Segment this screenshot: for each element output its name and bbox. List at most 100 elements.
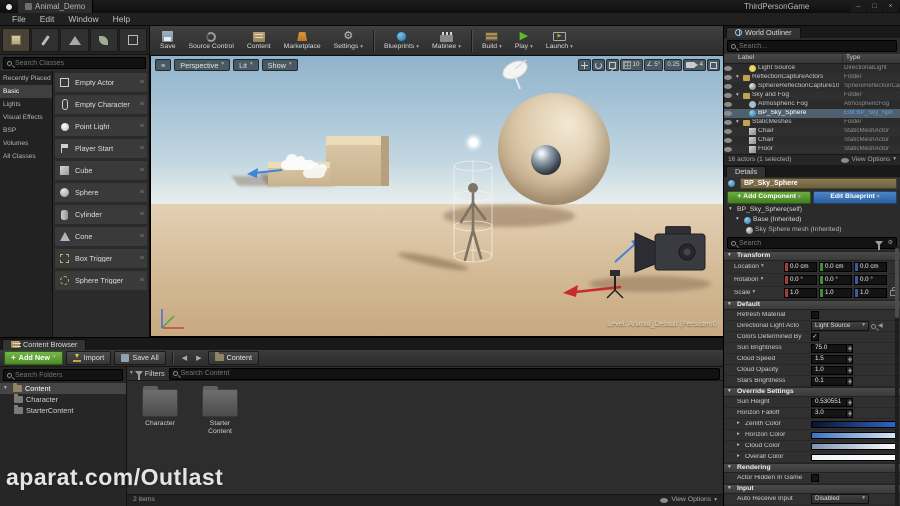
spinner[interactable] — [846, 409, 852, 417]
category-lights[interactable]: Lights — [0, 98, 52, 111]
section-transform[interactable]: ▾ Transform — [724, 251, 900, 261]
section-default[interactable]: ▾ Default — [724, 300, 900, 310]
tree-item-character[interactable]: Character — [0, 394, 126, 405]
rotation-y-field[interactable]: 0.0 ° — [819, 275, 852, 285]
landscape-mode-button[interactable] — [60, 28, 89, 52]
category-visual-effects[interactable]: Visual Effects — [0, 111, 52, 124]
save-button[interactable]: Save — [154, 27, 182, 55]
angle-snap-button[interactable]: ∠ 5° — [643, 59, 664, 71]
scale-x-field[interactable]: 1.0 — [784, 288, 817, 298]
category-bsp[interactable]: BSP — [0, 124, 52, 137]
tree-item-content[interactable]: ▾ Content — [0, 383, 126, 394]
outliner-row-bp-sky-sphere[interactable]: BP_Sky_Sphere Edit BP_Sky_Sph — [724, 109, 900, 118]
lit-button[interactable]: Lit ▾ — [233, 59, 259, 72]
visibility-eye-icon[interactable] — [724, 120, 732, 125]
spinner[interactable] — [846, 377, 852, 385]
add-component-button[interactable]: + Add Component ▾ — [727, 191, 811, 204]
blueprints-button[interactable]: Blueprints ▾ — [378, 27, 425, 55]
details-scrollbar[interactable] — [895, 246, 899, 506]
outliner-row-spherereflectioncapture[interactable]: SphereReflectionCapture10 SphereReflectio… — [724, 82, 900, 91]
asset-folder-character[interactable]: Character — [137, 386, 183, 428]
search-assets-input[interactable] — [180, 370, 716, 377]
zenith-color-swatch[interactable] — [811, 420, 897, 428]
cloud-speed-field[interactable]: 1.5 — [811, 354, 853, 364]
outliner-row-reflectioncaptureactors[interactable]: ▾ ReflectionCaptureActors Folder — [724, 73, 900, 82]
category-volumes[interactable]: Volumes — [0, 137, 52, 150]
viewport-options-button[interactable]: ≡ — [155, 59, 172, 72]
cloud-sprite[interactable] — [303, 162, 327, 178]
filters-button[interactable]: ▾ Filters — [130, 370, 165, 380]
item-box-trigger[interactable]: Box Trigger ≡ — [54, 248, 148, 269]
import-button[interactable]: Import — [65, 351, 112, 365]
item-empty-actor[interactable]: Empty Actor ≡ — [54, 72, 148, 93]
directional-light-actor-dropdown[interactable]: Light Source ▾ — [811, 321, 869, 331]
tree-item-startercontent[interactable]: StarterContent — [0, 405, 126, 416]
tab-content-browser[interactable]: Content Browser — [2, 338, 87, 350]
item-point-light[interactable]: Point Light ≡ — [54, 116, 148, 137]
outliner-row-sky-and-fog[interactable]: ▾ Sky and Fog Folder — [724, 91, 900, 100]
visibility-eye-icon[interactable] — [724, 93, 732, 98]
marketplace-button[interactable]: Marketplace — [278, 27, 327, 55]
section-override-settings[interactable]: ▾ Override Settings — [724, 387, 900, 397]
actor-name-field[interactable]: BP_Sky_Sphere — [740, 178, 897, 189]
overall-color-swatch[interactable] — [811, 453, 897, 461]
browse-icon[interactable] — [871, 323, 876, 329]
section-rendering[interactable]: ▾ Rendering — [724, 463, 900, 473]
geometry-mode-button[interactable] — [118, 28, 148, 52]
rotation-z-field[interactable]: 0.0 ° — [854, 275, 887, 285]
visibility-eye-icon[interactable] — [724, 102, 732, 107]
details-search-input[interactable] — [739, 239, 872, 247]
tab-details[interactable]: Details — [726, 165, 767, 177]
maximize-viewport-button[interactable] — [707, 59, 720, 71]
spinner[interactable] — [846, 355, 852, 363]
tab-world-outliner[interactable]: World Outliner — [726, 26, 801, 38]
item-player-start[interactable]: Player Start ≡ — [54, 138, 148, 159]
content-button[interactable]: Content — [241, 27, 277, 55]
item-sphere[interactable]: Sphere ≡ — [54, 182, 148, 203]
breadcrumb[interactable]: Content — [207, 351, 260, 365]
visibility-eye-icon[interactable] — [724, 138, 732, 143]
category-all-classes[interactable]: All Classes — [0, 150, 52, 163]
sun-height-field[interactable]: 0.530551 — [811, 397, 853, 407]
menu-edit[interactable]: Edit — [33, 15, 62, 24]
sun-brightness-field[interactable]: 75.0 — [811, 343, 853, 353]
location-x-field[interactable]: 0.0 cm — [784, 262, 817, 272]
visibility-eye-icon[interactable] — [724, 147, 732, 152]
scale-snap-button[interactable]: 0.25 — [664, 59, 683, 71]
translate-gizmo-arrow[interactable] — [245, 160, 285, 182]
reflection-capture-sphere[interactable] — [531, 145, 561, 175]
camera-speed-button[interactable]: 4 — [683, 59, 706, 71]
category-basic[interactable]: Basic — [0, 85, 52, 98]
rotation-x-field[interactable]: 0.0 ° — [784, 275, 817, 285]
search-classes-input[interactable] — [15, 59, 142, 67]
character-actor[interactable] — [443, 156, 503, 271]
perspective-button[interactable]: Perspective ▾ — [174, 59, 231, 72]
filter-icon[interactable] — [874, 240, 883, 250]
source-control-button[interactable]: Source Control — [183, 27, 240, 55]
grid-snap-button[interactable]: 10 — [619, 59, 643, 71]
item-sphere-trigger[interactable]: Sphere Trigger ≡ — [54, 270, 148, 291]
component-tree-root[interactable]: ▾ BP_Sky_Sphere(self) — [724, 205, 900, 215]
camera-actor[interactable] — [629, 222, 717, 288]
minimize-button[interactable]: – — [851, 1, 866, 12]
back-button[interactable]: ◀ — [179, 353, 190, 364]
item-cylinder[interactable]: Cylinder ≡ — [54, 204, 148, 225]
visibility-eye-icon[interactable] — [724, 111, 732, 116]
matinee-button[interactable]: Matinee ▾ — [426, 27, 467, 55]
asset-folder-starter-content[interactable]: Starter Content — [197, 386, 243, 436]
outliner-row-staticmeshes[interactable]: ▾ StaticMeshes Folder — [724, 118, 900, 127]
outliner-search-input[interactable] — [739, 42, 893, 50]
spinner[interactable] — [846, 398, 852, 406]
launch-button[interactable]: ▶ Launch ▾ — [540, 27, 579, 55]
edit-blueprint-link[interactable]: Edit BP_Sky_Sph — [842, 110, 900, 116]
outliner-row-light-source[interactable]: Light Source DirectionalLight — [724, 64, 900, 73]
visibility-eye-icon[interactable] — [724, 75, 732, 80]
settings-button[interactable]: ⚙ Settings ▾ — [328, 27, 369, 55]
close-button[interactable]: × — [883, 1, 898, 12]
auto-receive-input-dropdown[interactable]: Disabled ▾ — [811, 494, 869, 504]
colors-determined-by-checkbox[interactable]: ✓ — [811, 333, 819, 341]
translate-tool-button[interactable] — [577, 59, 591, 71]
stars-brightness-field[interactable]: 0.1 — [811, 376, 853, 386]
play-button[interactable]: ▶ Play ▾ — [509, 27, 539, 55]
menu-help[interactable]: Help — [106, 15, 137, 24]
